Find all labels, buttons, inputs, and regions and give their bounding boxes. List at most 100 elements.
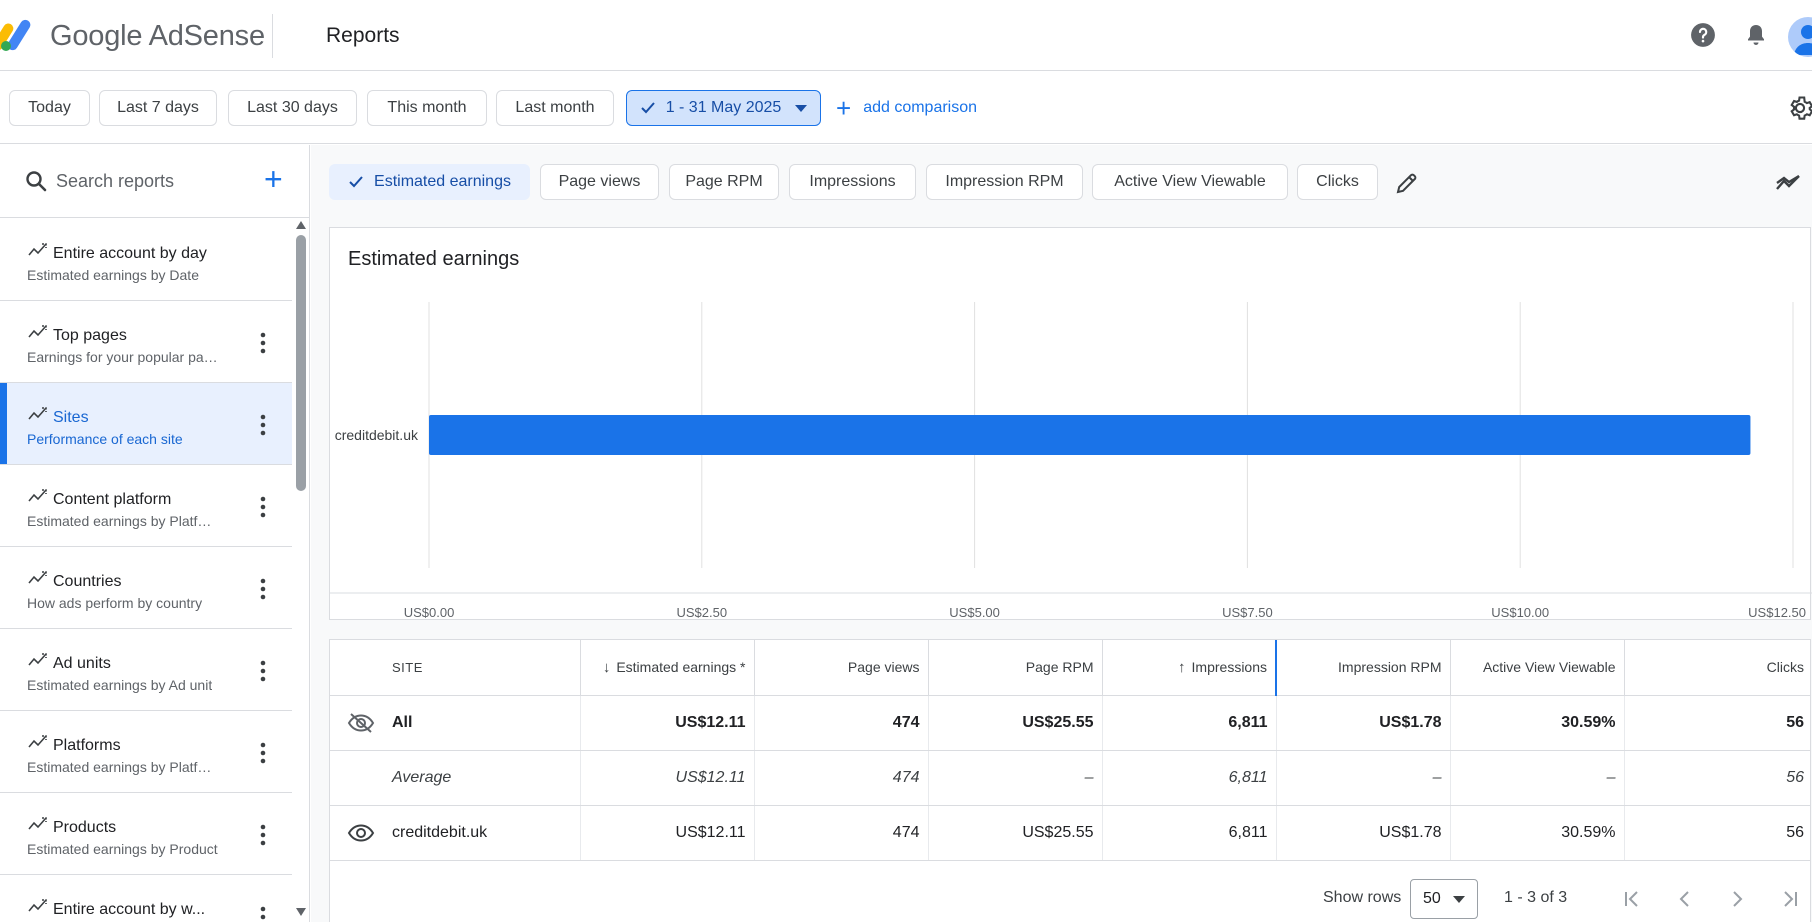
chart-type-trend-icon[interactable]	[1775, 171, 1801, 195]
bar	[429, 415, 1751, 455]
report-table-card: SITE ↓ Estimated earnings * Page views Pa…	[329, 639, 1811, 922]
cell-page-rpm: US$25.55	[927, 695, 1102, 751]
x-tick-label: US$7.50	[1222, 605, 1273, 620]
first-page-icon[interactable]	[1618, 885, 1646, 913]
more-vert-icon[interactable]	[254, 741, 272, 765]
x-tick-label: US$2.50	[677, 605, 728, 620]
report-item-ad-units[interactable]: Ad units Estimated earnings by Ad unit	[0, 629, 292, 711]
cell-clicks: 56	[1623, 750, 1810, 806]
report-item-top-pages[interactable]: Top pages Earnings for your popular page…	[0, 301, 292, 383]
help-icon[interactable]	[1688, 20, 1718, 50]
chevron-down-icon	[1453, 896, 1465, 903]
search-reports-input[interactable]	[56, 167, 246, 195]
date-chip-last-7-days[interactable]: Last 7 days	[99, 90, 217, 126]
cell-clicks: 56	[1623, 695, 1810, 751]
trend-icon	[28, 899, 47, 912]
report-item-content-platform[interactable]: Content platform Estimated earnings by P…	[0, 465, 292, 547]
more-vert-icon[interactable]	[254, 823, 272, 847]
edit-pencil-icon[interactable]	[1395, 171, 1419, 195]
date-range-selector[interactable]: 1 - 31 May 2025	[626, 90, 821, 126]
settings-gear-icon[interactable]	[1786, 94, 1812, 122]
report-item-subtitle: Estimated earnings by Platform	[27, 759, 219, 775]
column-header-clicks[interactable]: Clicks	[1623, 640, 1810, 696]
cell-impression-rpm: –	[1275, 750, 1450, 806]
metric-chip-impression-rpm[interactable]: Impression RPM	[926, 164, 1083, 200]
report-item-title: Sites	[53, 409, 89, 426]
more-vert-icon[interactable]	[254, 413, 272, 437]
x-tick-label: US$10.00	[1491, 605, 1549, 620]
cell-impression-rpm: US$1.78	[1275, 805, 1450, 861]
column-header-impression-rpm[interactable]: Impression RPM	[1275, 640, 1450, 696]
date-chip-today[interactable]: Today	[9, 90, 90, 126]
metric-chip-page-views[interactable]: Page views	[540, 164, 659, 200]
report-item-title: Products	[53, 819, 117, 836]
cell-page-views: 474	[753, 805, 928, 861]
report-item-entire-account-by-week[interactable]: Entire account by w...	[0, 875, 292, 922]
add-comparison-label: add comparison	[863, 99, 978, 116]
cell-page-rpm: US$25.55	[927, 805, 1102, 861]
scroll-down-icon[interactable]	[296, 908, 306, 916]
show-rows-label: Show rows	[1323, 889, 1402, 906]
account-avatar[interactable]	[1788, 17, 1812, 57]
brand-wordmark[interactable]: Google AdSense	[50, 20, 265, 53]
eye-off-icon[interactable]	[347, 712, 375, 734]
last-page-icon[interactable]	[1776, 885, 1804, 913]
rows-per-page-select[interactable]: 50	[1410, 879, 1478, 919]
check-icon	[349, 176, 363, 188]
add-report-button[interactable]: +	[264, 163, 283, 195]
sidebar-scrollbar[interactable]	[293, 219, 309, 922]
date-chip-last-30-days[interactable]: Last 30 days	[228, 90, 357, 126]
report-item-products[interactable]: Products Estimated earnings by Product	[0, 793, 292, 875]
column-header-page-views[interactable]: Page views	[753, 640, 928, 696]
add-comparison-button[interactable]: + add comparison	[836, 90, 977, 126]
more-vert-icon[interactable]	[254, 659, 272, 683]
report-item-countries[interactable]: Countries How ads perform by country	[0, 547, 292, 629]
trend-icon	[28, 571, 47, 584]
scroll-up-icon[interactable]	[296, 221, 306, 229]
table-header-visibility	[330, 640, 392, 696]
cell-impression-rpm: US$1.78	[1275, 695, 1450, 751]
scroll-thumb[interactable]	[296, 235, 306, 491]
column-header-site[interactable]: SITE	[392, 640, 580, 696]
metric-chip-page-rpm[interactable]: Page RPM	[669, 164, 779, 200]
report-item-entire-account-by-day[interactable]: Entire account by day Estimated earnings…	[0, 219, 292, 301]
column-header-label: Impressions	[1191, 658, 1267, 675]
more-vert-icon[interactable]	[254, 577, 272, 601]
next-page-icon[interactable]	[1723, 885, 1751, 913]
report-item-platforms[interactable]: Platforms Estimated earnings by Platform	[0, 711, 292, 793]
check-icon	[640, 102, 655, 114]
x-tick-label: US$12.50	[1748, 605, 1806, 620]
column-header-estimated-earnings[interactable]: ↓ Estimated earnings *	[579, 640, 754, 696]
brand-google: Google	[50, 20, 143, 52]
rows-per-page-value: 50	[1423, 890, 1441, 907]
metric-chip-estimated-earnings[interactable]: Estimated earnings	[329, 164, 530, 200]
cell-page-rpm: –	[927, 750, 1102, 806]
eye-icon[interactable]	[347, 822, 375, 844]
column-header-page-rpm[interactable]: Page RPM	[927, 640, 1102, 696]
notifications-bell-icon[interactable]	[1741, 20, 1771, 50]
more-vert-icon[interactable]	[254, 331, 272, 355]
column-header-active-view-viewable[interactable]: Active View Viewable	[1449, 640, 1624, 696]
metric-chip-clicks[interactable]: Clicks	[1297, 164, 1378, 200]
visibility-toggle-cell[interactable]	[330, 805, 392, 861]
cell-page-views: 474	[753, 695, 928, 751]
pagination-range: 1 - 3 of 3	[1504, 889, 1568, 906]
more-vert-icon[interactable]	[254, 495, 272, 519]
cell-impressions: 6,811	[1101, 695, 1276, 751]
arrow-up-icon: ↑	[1178, 658, 1186, 676]
search-reports-row: +	[0, 145, 309, 218]
visibility-toggle-cell[interactable]	[330, 695, 392, 751]
column-header-impressions[interactable]: ↑ Impressions	[1101, 640, 1277, 696]
report-item-sites[interactable]: Sites Performance of each site	[0, 383, 292, 465]
search-icon	[26, 171, 47, 192]
x-tick-label: US$5.00	[949, 605, 1000, 620]
report-item-subtitle: Estimated earnings by Ad unit	[27, 677, 213, 693]
metric-chip-impressions[interactable]: Impressions	[789, 164, 916, 200]
date-chip-this-month[interactable]: This month	[367, 90, 487, 126]
more-vert-icon[interactable]	[254, 905, 272, 922]
cell-estimated-earnings: US$12.11	[579, 805, 754, 861]
date-range-bar: Today Last 7 days Last 30 days This mont…	[0, 72, 1812, 144]
metric-chip-active-view-viewable[interactable]: Active View Viewable	[1092, 164, 1288, 200]
date-chip-last-month[interactable]: Last month	[496, 90, 614, 126]
previous-page-icon[interactable]	[1671, 885, 1699, 913]
